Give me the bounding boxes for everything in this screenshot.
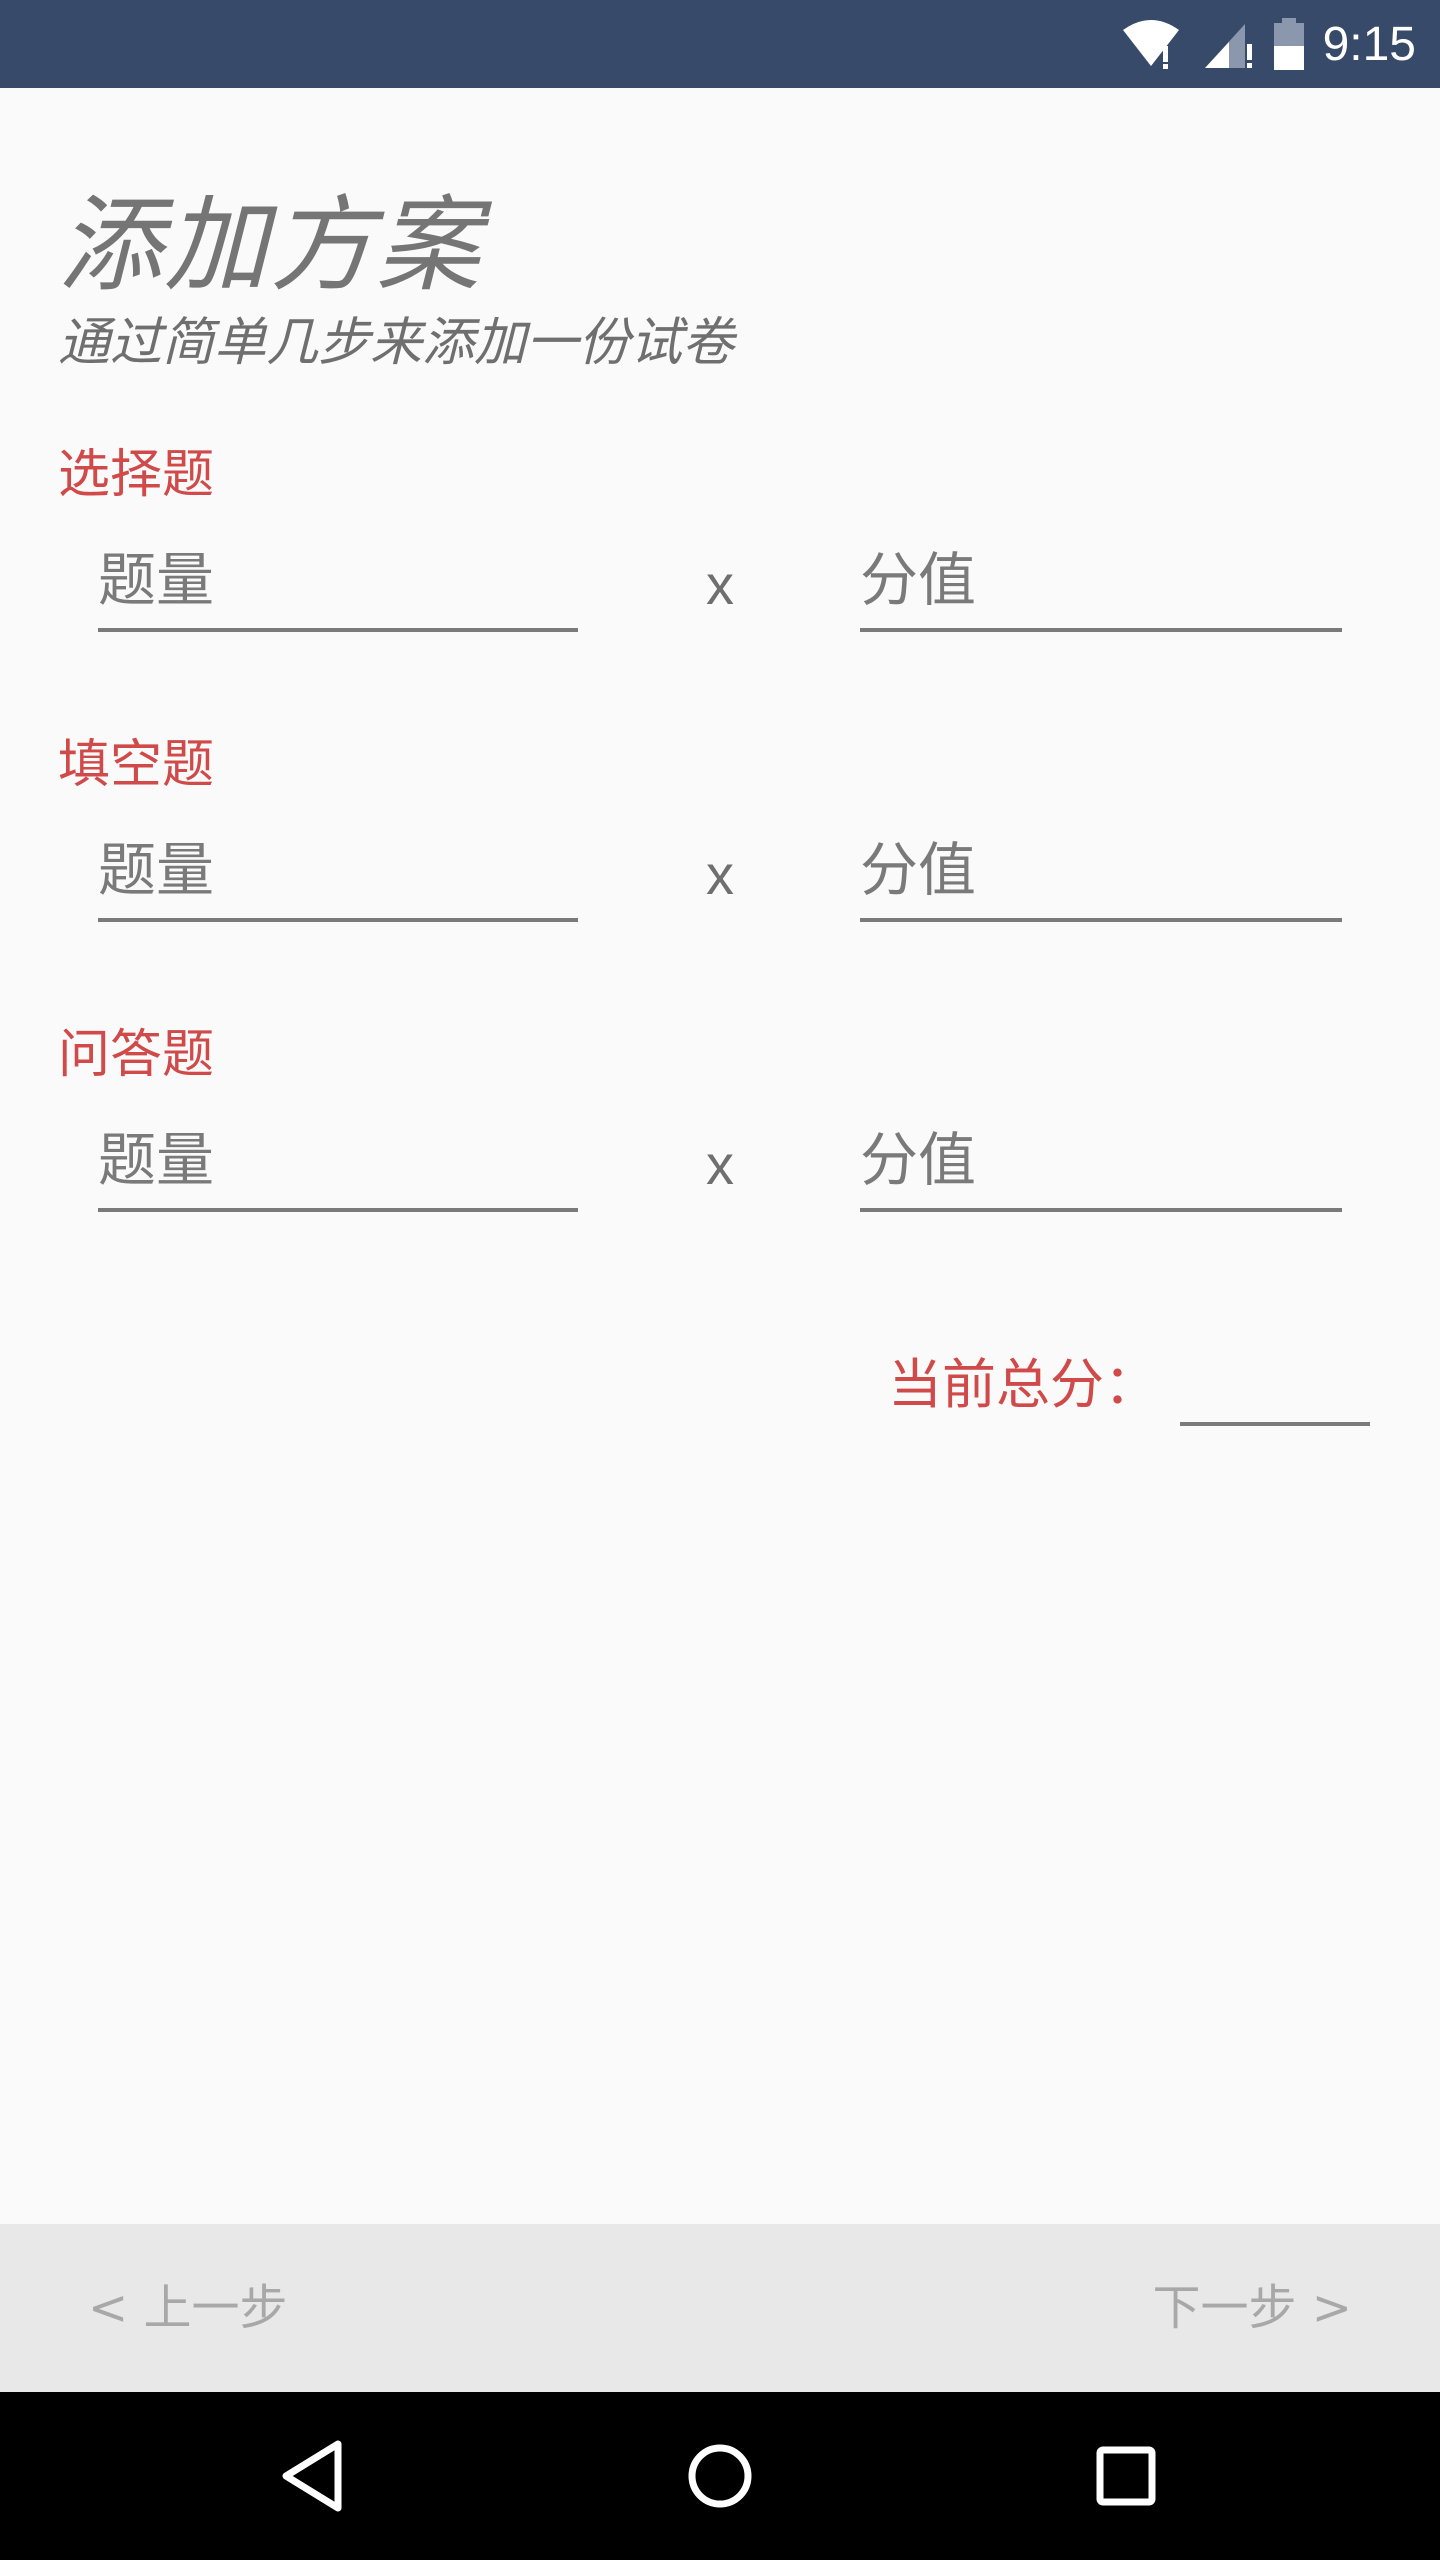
choice-count-input[interactable] — [98, 532, 578, 628]
fill-times-sign: x — [706, 843, 734, 906]
total-score-input[interactable] — [1180, 1330, 1370, 1422]
step-nav-bar: < 上一步 下一步 > — [0, 2224, 1440, 2392]
wifi-icon — [1122, 20, 1179, 69]
section-label-essay: 问答题 — [58, 1025, 215, 1085]
page-title: 添加方案 — [58, 184, 483, 306]
total-score-field[interactable] — [1180, 1330, 1370, 1426]
recents-icon[interactable] — [1086, 2436, 1166, 2516]
home-icon[interactable] — [680, 2436, 760, 2516]
status-time: 9:15 — [1322, 17, 1416, 71]
essay-count-field[interactable] — [98, 1112, 578, 1212]
fill-score-input[interactable] — [860, 822, 1342, 918]
system-nav-bar — [0, 2392, 1440, 2560]
essay-count-input[interactable] — [98, 1112, 578, 1208]
choice-score-field[interactable] — [860, 532, 1342, 632]
status-bar: 9:15 — [0, 0, 1440, 88]
essay-score-input[interactable] — [860, 1112, 1342, 1208]
choice-score-input[interactable] — [860, 532, 1342, 628]
total-score-label: 当前总分： — [888, 1353, 1158, 1416]
fill-score-field[interactable] — [860, 822, 1342, 922]
battery-icon — [1273, 18, 1304, 70]
section-label-fill: 填空题 — [58, 735, 215, 795]
essay-times-sign: x — [706, 1133, 734, 1196]
fill-count-input[interactable] — [98, 822, 578, 918]
prev-step-button[interactable]: < 上一步 — [88, 2224, 287, 2392]
choice-count-field[interactable] — [98, 532, 578, 632]
status-icons: 9:15 — [1119, 0, 1416, 88]
section-label-choice: 选择题 — [58, 445, 215, 505]
choice-times-sign: x — [706, 553, 734, 616]
back-icon[interactable] — [276, 2436, 356, 2516]
fill-count-field[interactable] — [98, 822, 578, 922]
essay-score-field[interactable] — [860, 1112, 1342, 1212]
next-step-button[interactable]: 下一步 > — [1153, 2224, 1352, 2392]
signal-icon — [1204, 24, 1252, 68]
page-subtitle: 通过简单几步来添加一份试卷 — [58, 313, 735, 373]
